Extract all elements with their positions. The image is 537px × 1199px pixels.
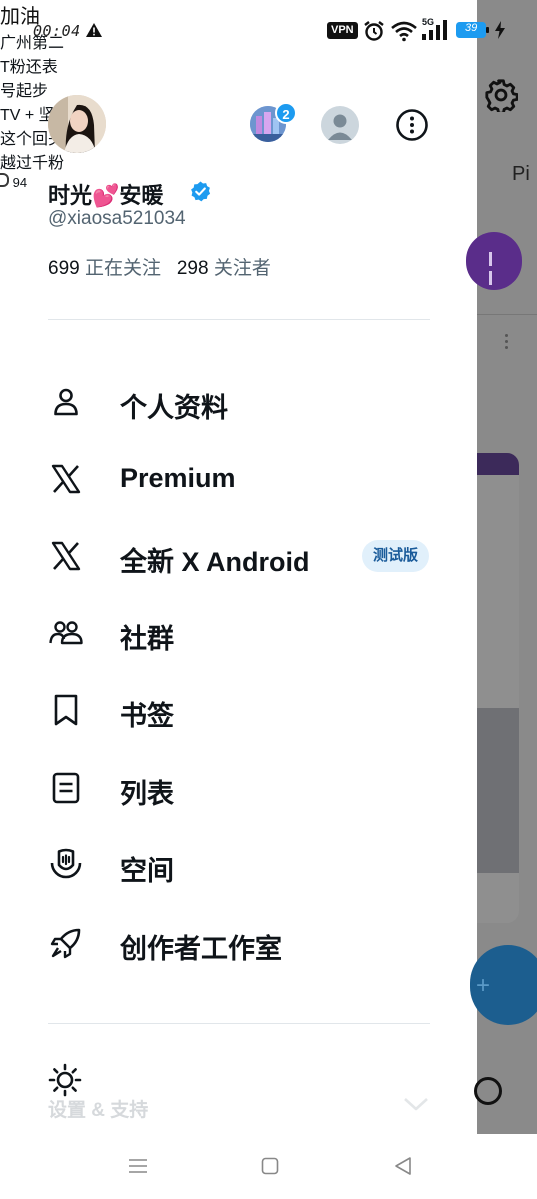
status-time: 00:04 xyxy=(33,22,81,40)
profile-handle: @xiaosa521034 xyxy=(48,208,186,229)
menu-item-label: 书签 xyxy=(120,701,174,731)
divider xyxy=(48,1023,430,1024)
background-card xyxy=(477,453,519,923)
recent-apps-icon[interactable] xyxy=(128,1158,148,1174)
vpn-badge: VPN xyxy=(327,22,358,39)
more-options-icon[interactable] xyxy=(395,108,429,142)
following-label: 正在关注 xyxy=(84,258,161,279)
bookmark-icon xyxy=(54,694,78,726)
background-plus-icon: + xyxy=(476,972,491,999)
spaces-icon xyxy=(50,848,82,879)
sun-icon[interactable] xyxy=(48,1063,82,1097)
background-gear-icon xyxy=(485,79,518,112)
alarm-icon xyxy=(364,21,384,41)
x-logo-icon xyxy=(51,541,81,571)
beta-badge: 测试版 xyxy=(362,540,430,572)
settings-label: 设置 & 支持 xyxy=(48,1100,149,1121)
following-link[interactable]: 699 正在关注 xyxy=(48,258,161,279)
background-pause-icon xyxy=(489,252,499,285)
menu-item-premium[interactable]: Premium xyxy=(40,449,440,509)
menu-item-bookmarks[interactable]: 书签 xyxy=(40,680,440,740)
divider xyxy=(48,319,430,320)
menu-item-label: 全新 X Android xyxy=(120,547,310,577)
menu-item-label: Premium xyxy=(120,463,236,493)
background-tab-label: Pi xyxy=(512,163,530,185)
x-logo-icon xyxy=(51,464,81,494)
status-bar: 00:04 VPN 5G 39 xyxy=(0,0,505,60)
menu-item-label: 列表 xyxy=(120,779,174,809)
profile-display-name[interactable]: 时光💕安暖 xyxy=(48,178,163,210)
menu-item-communities[interactable]: 社群 xyxy=(40,603,440,663)
battery-level: 39 xyxy=(465,22,478,34)
menu-item-label: 空间 xyxy=(120,856,174,886)
menu-item-lists[interactable]: 列表 xyxy=(40,758,440,818)
background-more-icon xyxy=(505,334,509,352)
follow-stats: 699 正在关注 298 关注者 xyxy=(48,253,271,280)
back-icon[interactable] xyxy=(393,1156,413,1176)
home-icon[interactable] xyxy=(261,1157,279,1175)
menu-item-label: 个人资料 xyxy=(120,393,228,423)
wifi-icon xyxy=(391,21,417,42)
chevron-down-icon[interactable] xyxy=(403,1096,429,1112)
charging-icon xyxy=(495,21,505,39)
followers-label: 关注者 xyxy=(213,258,271,279)
settings-and-support-row[interactable]: 设置 & 支持 xyxy=(40,1060,440,1121)
menu-item-label: 创作者工作室 xyxy=(120,934,282,964)
followers-count: 298 xyxy=(176,258,209,279)
following-count: 699 xyxy=(48,258,80,279)
add-account-avatar[interactable] xyxy=(321,106,359,144)
account-notification-badge: 2 xyxy=(275,102,297,124)
background-navbar-strip xyxy=(477,1134,537,1199)
navigation-drawer: 00:04 VPN 5G 39 2 时光💕安暖 @xiaosa521034 69… xyxy=(0,0,505,1199)
menu-item-creator-studio[interactable]: 创作者工作室 xyxy=(40,913,440,973)
communities-icon xyxy=(49,621,83,645)
person-icon xyxy=(54,388,78,416)
rocket-icon xyxy=(50,928,81,959)
verified-badge-icon xyxy=(191,181,211,202)
followers-link[interactable]: 298 关注者 xyxy=(177,258,271,279)
warning-icon xyxy=(86,23,102,37)
menu-item-spaces[interactable]: 空间 xyxy=(40,835,440,895)
background-circle-icon xyxy=(474,1077,502,1105)
menu-item-label: 社群 xyxy=(120,624,174,654)
profile-avatar[interactable] xyxy=(48,95,106,153)
list-icon xyxy=(52,772,80,804)
cellular-signal-icon xyxy=(422,20,447,40)
menu-item-profile[interactable]: 个人资料 xyxy=(40,372,440,432)
background-divider xyxy=(477,314,537,315)
